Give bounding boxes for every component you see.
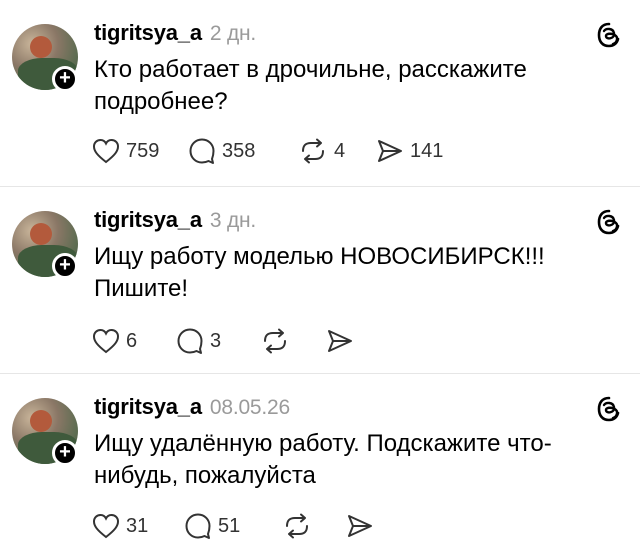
post-text: Ищу работу моделью НОВОСИБИРСК!!! Пишите… xyxy=(94,243,545,302)
post-text: Ищу удалённую работу. Подскажите что-ниб… xyxy=(94,430,552,489)
threads-logo-icon[interactable] xyxy=(596,209,622,235)
timestamp: 3 дн. xyxy=(209,209,257,232)
like-button[interactable]: 31 xyxy=(92,513,184,539)
threads-logo-icon[interactable] xyxy=(596,396,622,422)
timestamp: 2 дн. xyxy=(209,22,257,45)
username[interactable]: tigritsya_a xyxy=(94,20,202,45)
post-header: tigritsya_a 2 дн. xyxy=(94,20,256,46)
follow-plus-button[interactable]: + xyxy=(52,440,78,466)
heart-icon xyxy=(92,138,120,164)
like-button[interactable]: 759 xyxy=(92,138,188,164)
comment-count: 3 xyxy=(210,329,222,352)
send-icon xyxy=(348,515,372,537)
share-button[interactable] xyxy=(346,513,380,539)
follow-plus-button[interactable]: + xyxy=(52,66,78,92)
threads-logo-icon[interactable] xyxy=(596,22,622,48)
post-actions: 31 51 xyxy=(92,512,380,540)
repost-button[interactable] xyxy=(282,513,346,539)
comment-button[interactable]: 3 xyxy=(176,327,260,355)
like-count: 6 xyxy=(126,329,138,352)
send-icon xyxy=(328,330,352,352)
username[interactable]: tigritsya_a xyxy=(94,207,202,232)
post-text: Кто работает в дрочильне, расскажите под… xyxy=(94,56,527,115)
like-button[interactable]: 6 xyxy=(92,328,176,354)
send-icon xyxy=(378,140,402,162)
comment-bubble-icon xyxy=(177,328,203,354)
like-count: 759 xyxy=(126,139,160,162)
share-button[interactable] xyxy=(326,328,360,354)
repost-button[interactable]: 4 xyxy=(298,138,376,164)
comment-bubble-icon xyxy=(189,138,215,164)
post-header: tigritsya_a 08.05.26 xyxy=(94,394,290,420)
timestamp: 08.05.26 xyxy=(209,396,291,419)
post-actions: 759 358 4 141 xyxy=(92,137,443,165)
repost-button[interactable] xyxy=(260,328,326,354)
share-button[interactable]: 141 xyxy=(376,138,443,164)
post-header: tigritsya_a 3 дн. xyxy=(94,207,256,233)
username[interactable]: tigritsya_a xyxy=(94,394,202,419)
comment-button[interactable]: 51 xyxy=(184,512,282,540)
heart-icon xyxy=(92,328,120,354)
share-count: 141 xyxy=(410,139,444,162)
follow-plus-button[interactable]: + xyxy=(52,253,78,279)
comment-button[interactable]: 358 xyxy=(188,137,298,165)
repost-icon xyxy=(264,328,286,354)
repost-icon xyxy=(302,138,324,164)
post-1[interactable]: + tigritsya_a 2 дн. Кто работает в дрочил… xyxy=(0,0,640,187)
heart-icon xyxy=(92,513,120,539)
repost-count: 4 xyxy=(334,139,346,162)
post-actions: 6 3 xyxy=(92,327,360,355)
comment-bubble-icon xyxy=(185,513,211,539)
like-count: 31 xyxy=(126,514,149,537)
repost-icon xyxy=(286,513,308,539)
post-3[interactable]: + tigritsya_a 08.05.26 Ищу удалённую рабо… xyxy=(0,374,640,551)
comment-count: 51 xyxy=(218,514,241,537)
post-2[interactable]: + tigritsya_a 3 дн. Ищу работу моделью НО… xyxy=(0,187,640,374)
comment-count: 358 xyxy=(222,139,256,162)
